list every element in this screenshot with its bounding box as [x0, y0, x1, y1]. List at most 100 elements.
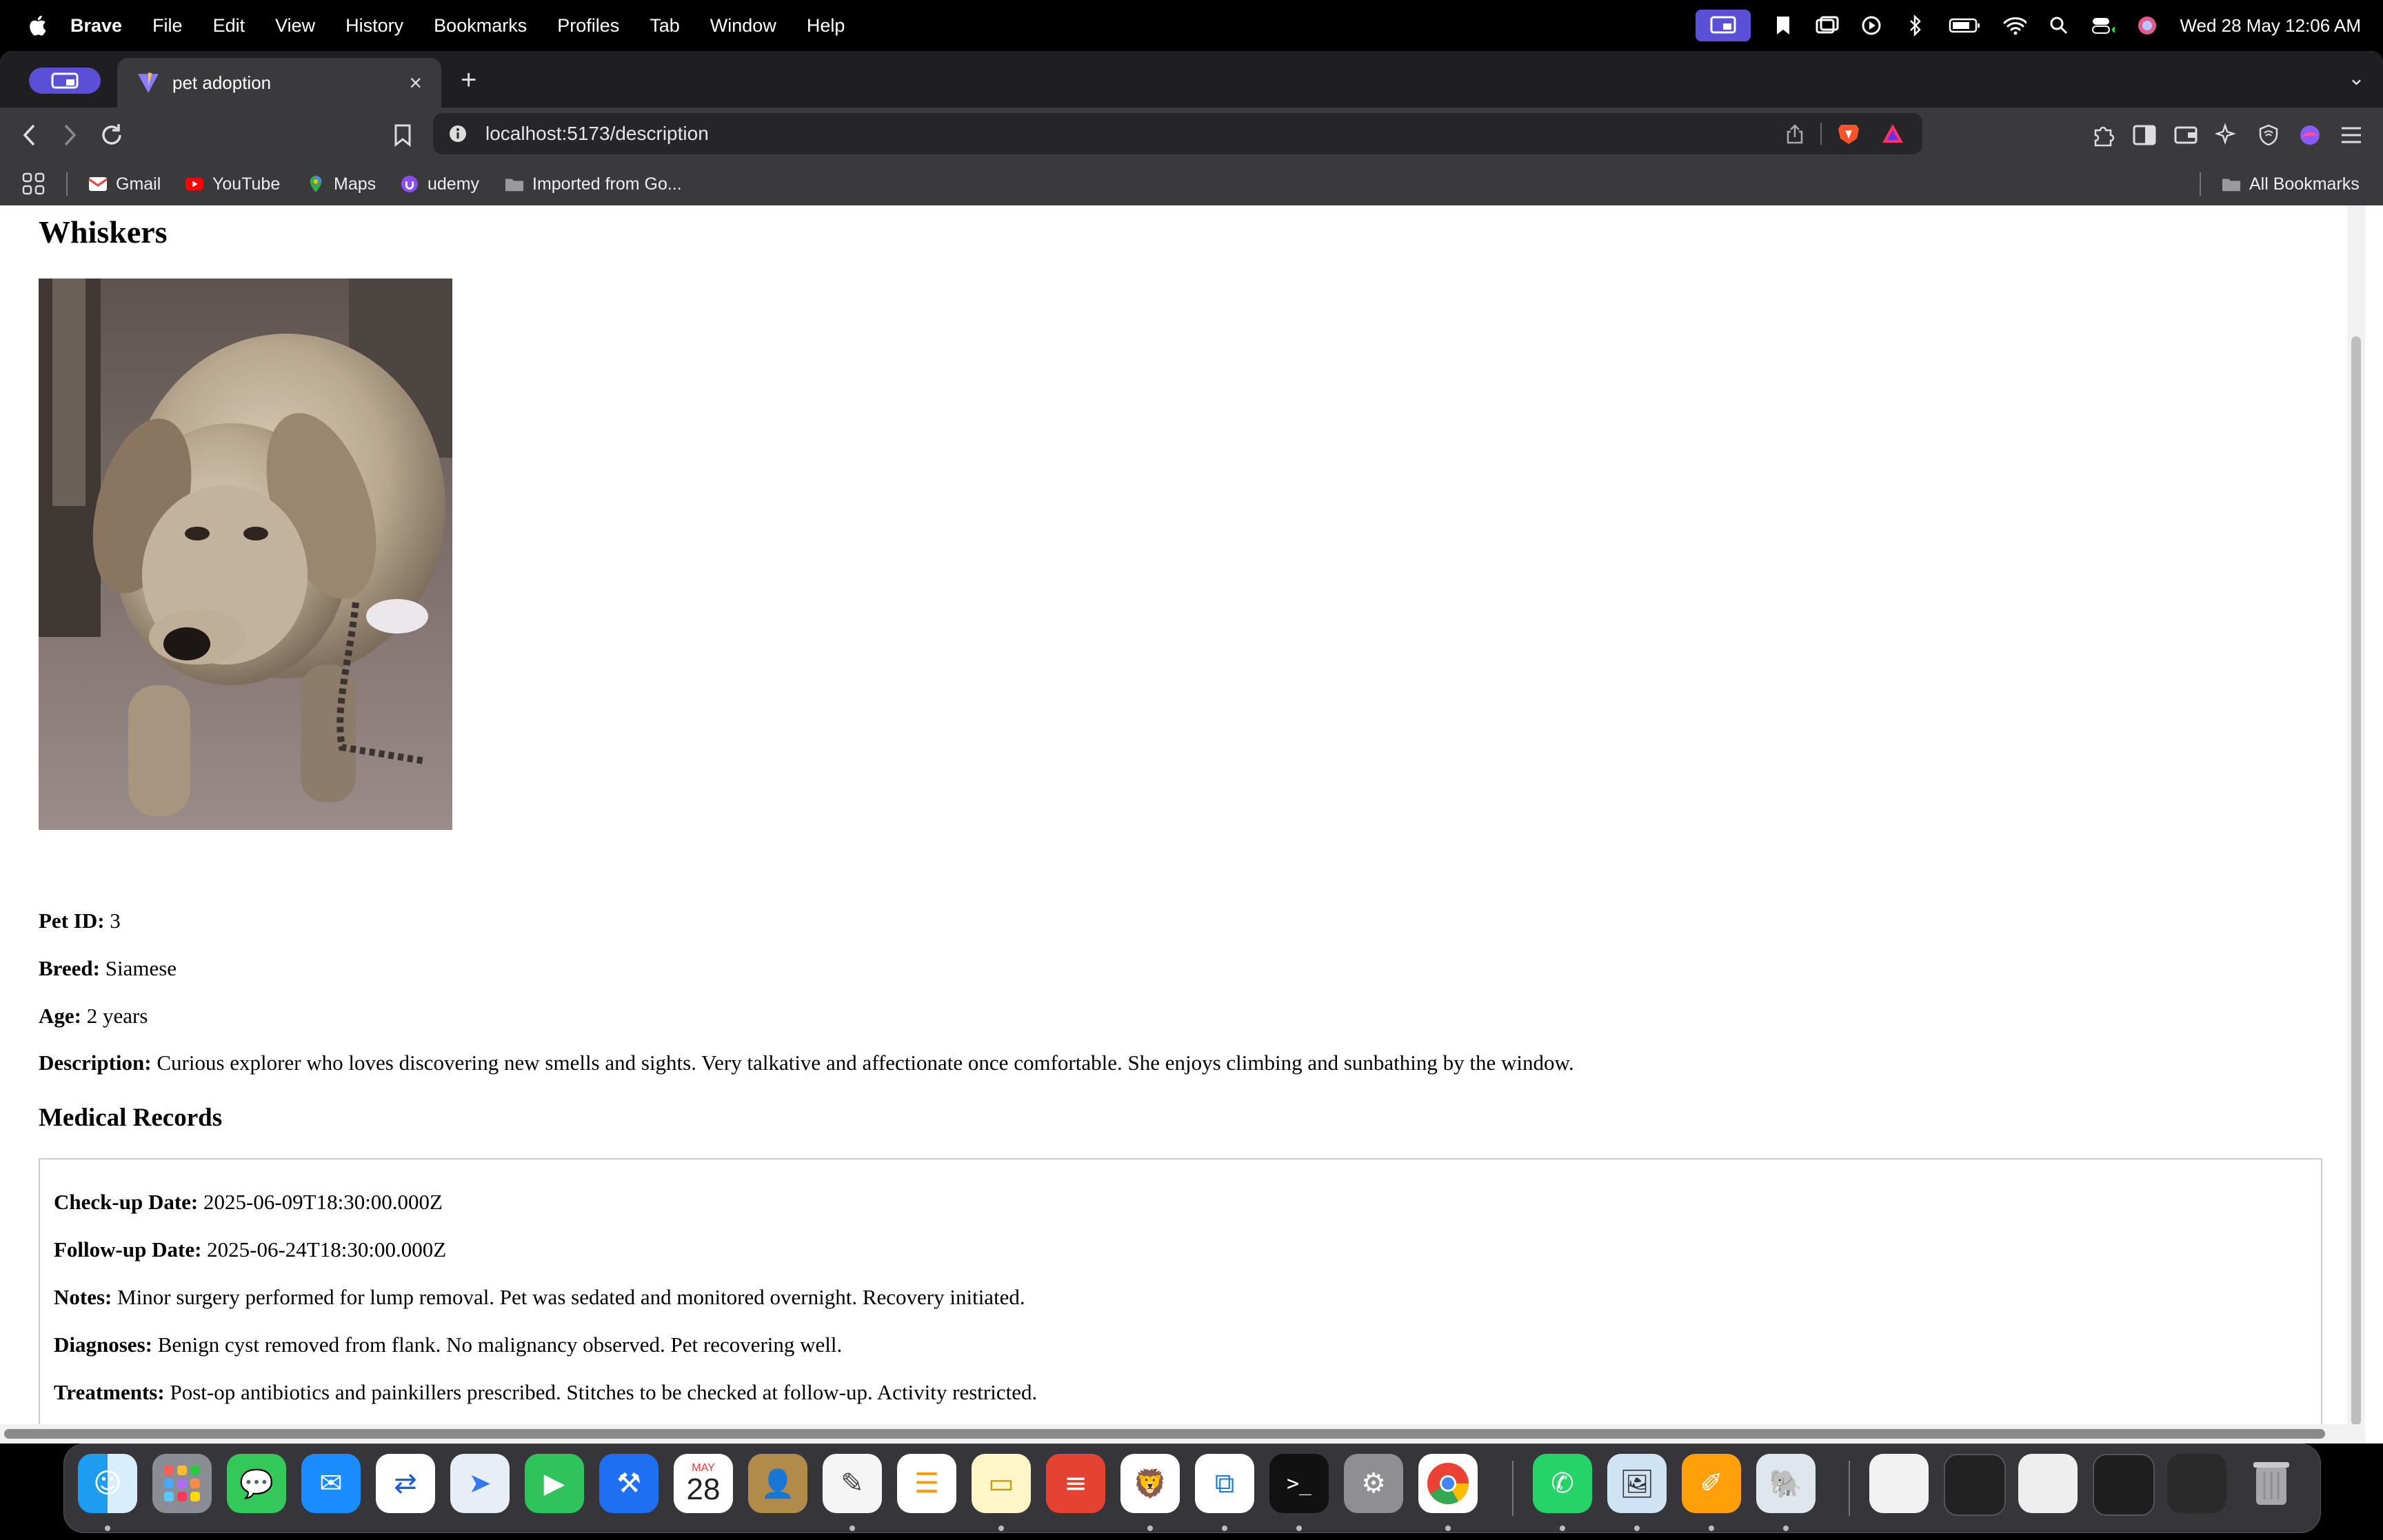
- url-text[interactable]: localhost:5173/description: [485, 123, 1784, 145]
- tab-search-chevron-icon[interactable]: ⌄: [2348, 66, 2365, 90]
- control-center-icon[interactable]: [2091, 14, 2115, 37]
- menu-help[interactable]: Help: [807, 15, 845, 37]
- clock[interactable]: Wed 28 May 12:06 AM: [2180, 15, 2361, 37]
- sidebar-icon: [2133, 125, 2156, 145]
- share-icon[interactable]: [1784, 123, 1805, 144]
- minimized-window-3-icon[interactable]: [2018, 1454, 2078, 1513]
- profile-icon: [51, 72, 79, 89]
- brave-browser-icon[interactable]: 🦁: [1120, 1454, 1180, 1513]
- maps-icon[interactable]: ➤: [450, 1454, 510, 1513]
- bookmark-udemy[interactable]: udemy: [400, 171, 479, 197]
- xcode-icon[interactable]: ⚒: [599, 1454, 658, 1513]
- vertical-scroll-thumb[interactable]: [2351, 336, 2361, 1426]
- chrome-logo-icon: [1427, 1463, 1469, 1505]
- address-bar[interactable]: localhost:5173/description: [433, 113, 1922, 154]
- pages-icon[interactable]: ✐: [1682, 1454, 1741, 1513]
- bookmark-udemy-label: udemy: [428, 174, 480, 194]
- reminders-icon[interactable]: ☰: [897, 1454, 956, 1513]
- all-bookmarks-button[interactable]: All Bookmarks: [2222, 171, 2360, 197]
- bookmark-gmail[interactable]: Gmail: [88, 171, 161, 197]
- extensions-button[interactable]: [2088, 120, 2118, 150]
- leo-ai-button[interactable]: [2212, 120, 2242, 150]
- forward-button[interactable]: [55, 120, 86, 150]
- horizontal-scrollbar[interactable]: [0, 1424, 2365, 1443]
- minimized-window-5-icon[interactable]: [2167, 1454, 2226, 1513]
- whatsapp-icon[interactable]: ✆: [1533, 1454, 1592, 1513]
- menu-history[interactable]: History: [345, 15, 403, 37]
- menu-view[interactable]: View: [275, 15, 315, 37]
- vpn-button[interactable]: [2253, 120, 2284, 150]
- minimized-window-2-icon[interactable]: [1944, 1454, 2006, 1516]
- bookmark-folder-imported[interactable]: Imported from Go...: [505, 171, 682, 197]
- menu-tab[interactable]: Tab: [650, 15, 680, 37]
- bookmark-gmail-label: Gmail: [116, 174, 161, 194]
- tab-close-button[interactable]: ×: [409, 70, 422, 96]
- minimized-window-1-icon[interactable]: [1869, 1454, 1929, 1513]
- apple-icon[interactable]: [28, 14, 47, 37]
- diagnoses-row: Diagnoses: Benign cyst removed from flan…: [54, 1333, 842, 1357]
- checkup-label: Check-up Date:: [54, 1190, 199, 1214]
- maps-pin-icon: [310, 175, 322, 193]
- bluetooth-icon[interactable]: [1904, 14, 1927, 37]
- battery-icon[interactable]: [1948, 14, 1982, 37]
- back-button[interactable]: [14, 120, 44, 150]
- site-info-icon[interactable]: [448, 124, 467, 143]
- chrome-icon[interactable]: [1418, 1454, 1478, 1513]
- sidebar-button[interactable]: [2129, 120, 2160, 150]
- dock-separator: [1512, 1461, 1514, 1516]
- tab-pet-adoption[interactable]: pet adoption ×: [117, 58, 441, 108]
- vscode-running-dot: [1222, 1526, 1227, 1531]
- menu-window[interactable]: Window: [710, 15, 776, 37]
- screen-share-button[interactable]: [1696, 10, 1751, 41]
- wifi-icon[interactable]: [2003, 14, 2027, 37]
- siri-icon[interactable]: [2135, 14, 2159, 37]
- mail-icon[interactable]: ✉: [301, 1454, 361, 1513]
- brave-shields-icon[interactable]: [1837, 122, 1860, 145]
- reload-button[interactable]: [97, 120, 127, 150]
- search-icon[interactable]: [2047, 14, 2071, 37]
- profile-avatar-button[interactable]: [2295, 120, 2325, 150]
- calendar-icon[interactable]: MAY 28: [674, 1454, 733, 1513]
- trash-icon[interactable]: [2242, 1454, 2301, 1513]
- main-menu-button[interactable]: [2336, 120, 2366, 150]
- wallet-button[interactable]: [2171, 120, 2201, 150]
- notes-icon[interactable]: ▭: [972, 1454, 1031, 1513]
- horizontal-scroll-thumb[interactable]: [4, 1429, 2325, 1439]
- launchpad-icon[interactable]: [152, 1454, 212, 1513]
- tab-strip: pet adoption × + ⌄: [0, 51, 2383, 108]
- menu-edit[interactable]: Edit: [213, 15, 245, 37]
- menu-bookmarks[interactable]: Bookmarks: [434, 15, 527, 37]
- facetime-icon[interactable]: ▶: [525, 1454, 584, 1513]
- menu-app-name[interactable]: Brave: [70, 15, 122, 37]
- screen-sharing-icon[interactable]: ⇄: [376, 1454, 435, 1513]
- contacts-icon[interactable]: 👤: [748, 1454, 807, 1513]
- bookmark-status-icon[interactable]: [1771, 14, 1795, 37]
- vertical-scrollbar[interactable]: [2347, 205, 2365, 1443]
- pet-id-value: 3: [110, 909, 121, 933]
- postgres-icon[interactable]: 🐘: [1756, 1454, 1816, 1513]
- bookmark-youtube[interactable]: YouTube: [185, 171, 280, 197]
- messages-icon[interactable]: 💬: [227, 1454, 286, 1513]
- followup-row: Follow-up Date: 2025-06-24T18:30:00.000Z: [54, 1237, 446, 1262]
- play-icon[interactable]: [1860, 14, 1883, 37]
- bookmark-page-button[interactable]: [388, 120, 418, 150]
- window-switch-icon[interactable]: [1816, 14, 1839, 37]
- brave-rewards-icon[interactable]: [1881, 122, 1904, 145]
- pet-id-label: Pet ID:: [39, 909, 105, 933]
- minimized-window-4-icon[interactable]: [2093, 1454, 2155, 1516]
- new-tab-button[interactable]: +: [461, 65, 476, 96]
- apps-button[interactable]: [22, 171, 46, 197]
- launchpad-grid-icon: [164, 1466, 200, 1501]
- terminal-icon[interactable]: >_: [1269, 1454, 1329, 1513]
- vscode-icon[interactable]: ⧉: [1195, 1454, 1254, 1513]
- menu-profiles[interactable]: Profiles: [557, 15, 619, 37]
- bookmark-maps[interactable]: Maps: [306, 171, 376, 197]
- menu-file[interactable]: File: [152, 15, 183, 37]
- system-settings-icon[interactable]: ⚙: [1344, 1454, 1403, 1513]
- textedit-icon[interactable]: ✎: [823, 1454, 882, 1513]
- todoist-icon[interactable]: ≡: [1046, 1454, 1105, 1513]
- profile-button[interactable]: [29, 68, 101, 94]
- finder-icon[interactable]: ☺: [78, 1454, 137, 1513]
- forward-icon: [64, 124, 77, 146]
- preview-icon[interactable]: 🖼: [1607, 1454, 1667, 1513]
